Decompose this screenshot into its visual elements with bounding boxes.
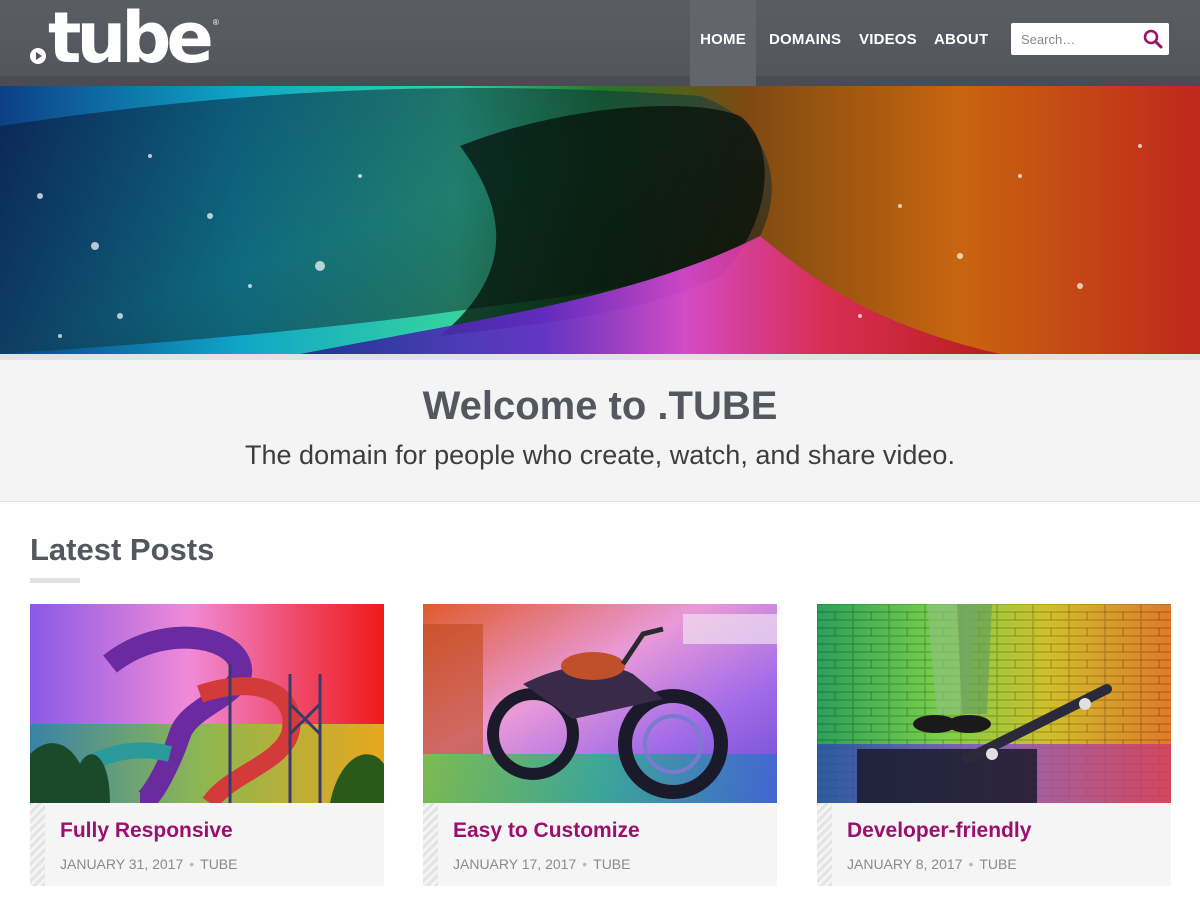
post-thumbnail[interactable] (817, 604, 1171, 803)
post-card-body: Fully Responsive JANUARY 31, 2017 • TUBE (30, 803, 384, 886)
post-author[interactable]: TUBE (200, 856, 237, 872)
welcome-subtitle: The domain for people who create, watch,… (245, 440, 955, 470)
search-icon[interactable] (1143, 29, 1163, 49)
meta-separator: • (189, 856, 195, 872)
nav-item-videos[interactable]: VIDEOS (859, 0, 921, 86)
welcome-title: Welcome to .TUBE (422, 384, 778, 428)
hero-wave-image (0, 86, 1200, 354)
nav-item-home[interactable]: HOME (690, 0, 756, 86)
post-meta: JANUARY 31, 2017 • TUBE (60, 856, 237, 872)
search-input[interactable] (1011, 23, 1139, 55)
post-thumbnail[interactable] (30, 604, 384, 803)
site-header: tube ® HOME DOMAINS VIDEOS ABOUT (0, 0, 1200, 86)
card-stripe (30, 803, 45, 886)
post-title[interactable]: Easy to Customize (453, 819, 640, 843)
post-thumbnail[interactable] (423, 604, 777, 803)
motorcycle-image (423, 604, 777, 803)
search-box (1011, 23, 1169, 55)
post-card[interactable]: Developer-friendly JANUARY 8, 2017 • TUBE (817, 604, 1171, 886)
post-date: JANUARY 8, 2017 (847, 856, 963, 872)
post-card[interactable]: Easy to Customize JANUARY 17, 2017 • TUBE (423, 604, 777, 886)
post-card[interactable]: Fully Responsive JANUARY 31, 2017 • TUBE (30, 604, 384, 886)
meta-separator: • (582, 856, 588, 872)
post-title[interactable]: Developer-friendly (847, 819, 1031, 843)
card-stripe (817, 803, 832, 886)
post-author[interactable]: TUBE (979, 856, 1016, 872)
skateboard-image (817, 604, 1171, 803)
waterslide-image (30, 604, 384, 803)
post-meta: JANUARY 8, 2017 • TUBE (847, 856, 1017, 872)
post-meta: JANUARY 17, 2017 • TUBE (453, 856, 630, 872)
post-title[interactable]: Fully Responsive (60, 819, 233, 843)
nav-item-about[interactable]: ABOUT (934, 0, 994, 86)
hero-banner (0, 86, 1200, 354)
nav-item-domains[interactable]: DOMAINS (769, 0, 846, 86)
post-date: JANUARY 31, 2017 (60, 856, 184, 872)
post-date: JANUARY 17, 2017 (453, 856, 577, 872)
heading-underline (30, 578, 80, 583)
meta-separator: • (968, 856, 974, 872)
play-icon (30, 48, 46, 64)
latest-posts-heading: Latest Posts (30, 532, 215, 567)
post-card-body: Developer-friendly JANUARY 8, 2017 • TUBE (817, 803, 1171, 886)
card-stripe (423, 803, 438, 886)
welcome-section: Welcome to .TUBE The domain for people w… (0, 360, 1200, 502)
main-nav: HOME DOMAINS VIDEOS ABOUT (690, 0, 994, 86)
logo-text: tube (48, 0, 214, 79)
registered-mark-icon: ® (212, 18, 219, 27)
site-logo[interactable]: tube ® (30, 0, 219, 79)
post-card-body: Easy to Customize JANUARY 17, 2017 • TUBE (423, 803, 777, 886)
post-author[interactable]: TUBE (593, 856, 630, 872)
